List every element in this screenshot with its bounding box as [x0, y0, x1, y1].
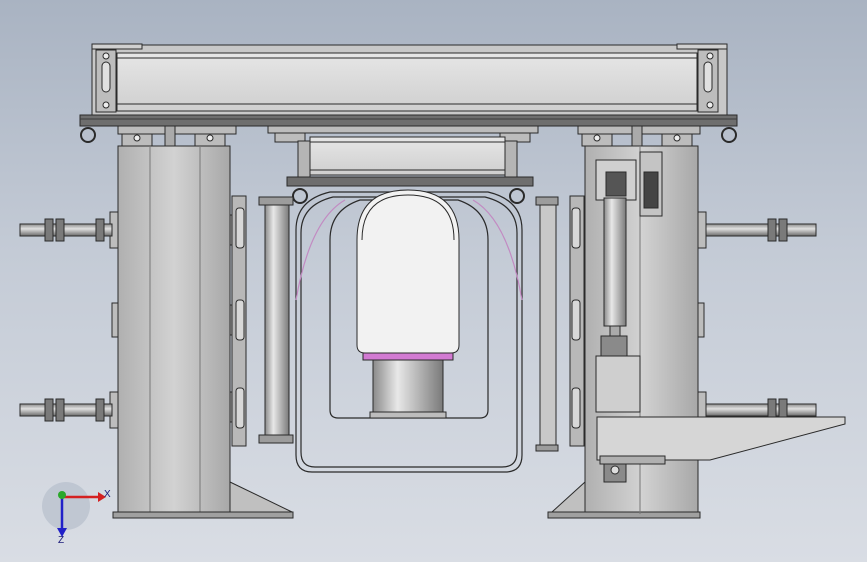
assembly-drawing: X Z	[19, 43, 846, 546]
right-roller	[535, 196, 559, 452]
top-plate	[79, 114, 738, 127]
capsule-vessel	[356, 189, 460, 419]
threaded-rod-upper-right	[705, 218, 817, 242]
cad-viewport[interactable]: X Z	[0, 0, 867, 562]
x-axis-label: X	[104, 489, 111, 500]
top-beam	[91, 43, 728, 118]
y-axis-dot	[58, 491, 66, 499]
coordinate-triad: X Z	[42, 482, 111, 546]
lifting-eye-left	[80, 127, 96, 143]
left-bearing-stack	[231, 195, 247, 447]
right-bearing-stack	[569, 195, 585, 447]
z-axis-label: Z	[58, 535, 64, 546]
threaded-rod-lower-left	[19, 398, 113, 422]
threaded-rod-upper-left	[19, 218, 113, 242]
lifting-eye-right	[721, 127, 737, 143]
left-roller	[258, 196, 294, 444]
